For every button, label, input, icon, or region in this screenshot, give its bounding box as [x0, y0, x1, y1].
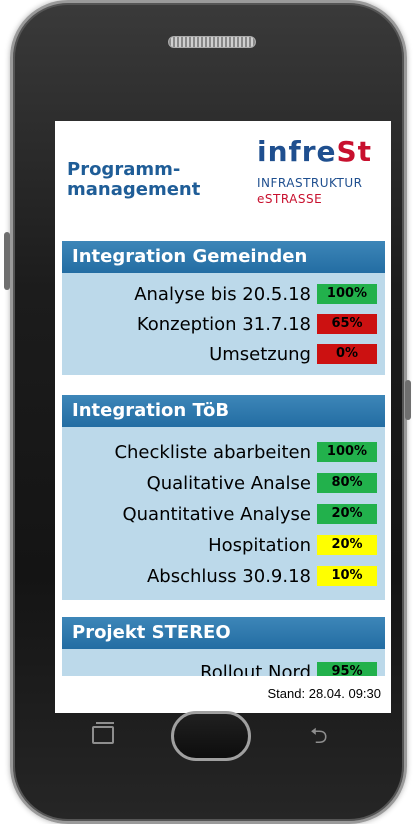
list-item[interactable]: Umsetzung 0% — [209, 339, 385, 369]
section-integration-toeb: Integration TöB Checkliste abarbeiten 10… — [62, 395, 385, 600]
item-label: Abschluss 30.9.18 — [146, 565, 311, 587]
back-icon[interactable]: ⮌ — [310, 726, 346, 748]
list-item[interactable]: Hospitation 20% — [208, 530, 385, 560]
percent-badge: 100% — [317, 284, 377, 304]
last-updated-text: Stand: 28.04. 09:30 — [267, 686, 381, 701]
list-item[interactable]: Quantitative Analyse 20% — [122, 499, 385, 529]
recent-apps-icon[interactable] — [92, 722, 114, 744]
page-title: Programm- management — [67, 160, 200, 200]
logo-word-part-2: St — [336, 135, 373, 168]
logo-word-part-1: infre — [257, 135, 337, 168]
section-header: Integration TöB — [62, 395, 385, 427]
logo-subtitle-2: eSTRASSE — [257, 192, 323, 206]
title-line-1: Programm- — [67, 159, 181, 180]
item-label: Konzeption 31.7.18 — [136, 313, 311, 335]
list-item[interactable]: Checkliste abarbeiten 100% — [114, 437, 385, 467]
list-item[interactable]: Konzeption 31.7.18 65% — [137, 309, 385, 339]
percent-badge: 20% — [317, 535, 377, 555]
item-label: Umsetzung — [209, 343, 311, 365]
item-label: Quantitative Analyse — [122, 503, 311, 525]
section-header: Integration Gemeinden — [62, 241, 385, 273]
list-item[interactable]: Abschluss 30.9.18 10% — [147, 561, 385, 591]
section-integration-gemeinden: Integration Gemeinden Analyse bis 20.5.1… — [62, 241, 385, 375]
item-label: Checkliste abarbeiten — [114, 441, 311, 463]
list-item[interactable]: Analyse bis 20.5.18 100% — [134, 279, 385, 309]
percent-badge: 20% — [317, 504, 377, 524]
percent-badge: 0% — [317, 344, 377, 364]
item-label: Hospitation — [208, 534, 311, 556]
section-header: Projekt STEREO — [62, 617, 385, 649]
logo: infreSt — [257, 137, 372, 167]
home-button[interactable] — [171, 711, 251, 761]
item-label: Qualitative Analse — [146, 472, 311, 494]
percent-badge: 65% — [317, 314, 377, 334]
item-label: Analyse bis 20.5.18 — [134, 283, 311, 305]
phone-device: Programm- management infreSt INFRASTRUKT… — [0, 0, 415, 824]
footer-bar: Stand: 28.04. 09:30 — [55, 676, 391, 713]
percent-badge: 10% — [317, 566, 377, 586]
title-line-2: management — [67, 179, 201, 200]
percent-badge: 80% — [317, 473, 377, 493]
volume-button — [4, 232, 10, 290]
percent-badge: 100% — [317, 442, 377, 462]
list-item[interactable]: Qualitative Analse 80% — [147, 468, 385, 498]
logo-subtitle-1: INFRASTRUKTUR — [257, 176, 363, 190]
speaker-grille — [168, 36, 256, 48]
power-button — [405, 380, 411, 420]
app-screen: Programm- management infreSt INFRASTRUKT… — [55, 121, 391, 713]
